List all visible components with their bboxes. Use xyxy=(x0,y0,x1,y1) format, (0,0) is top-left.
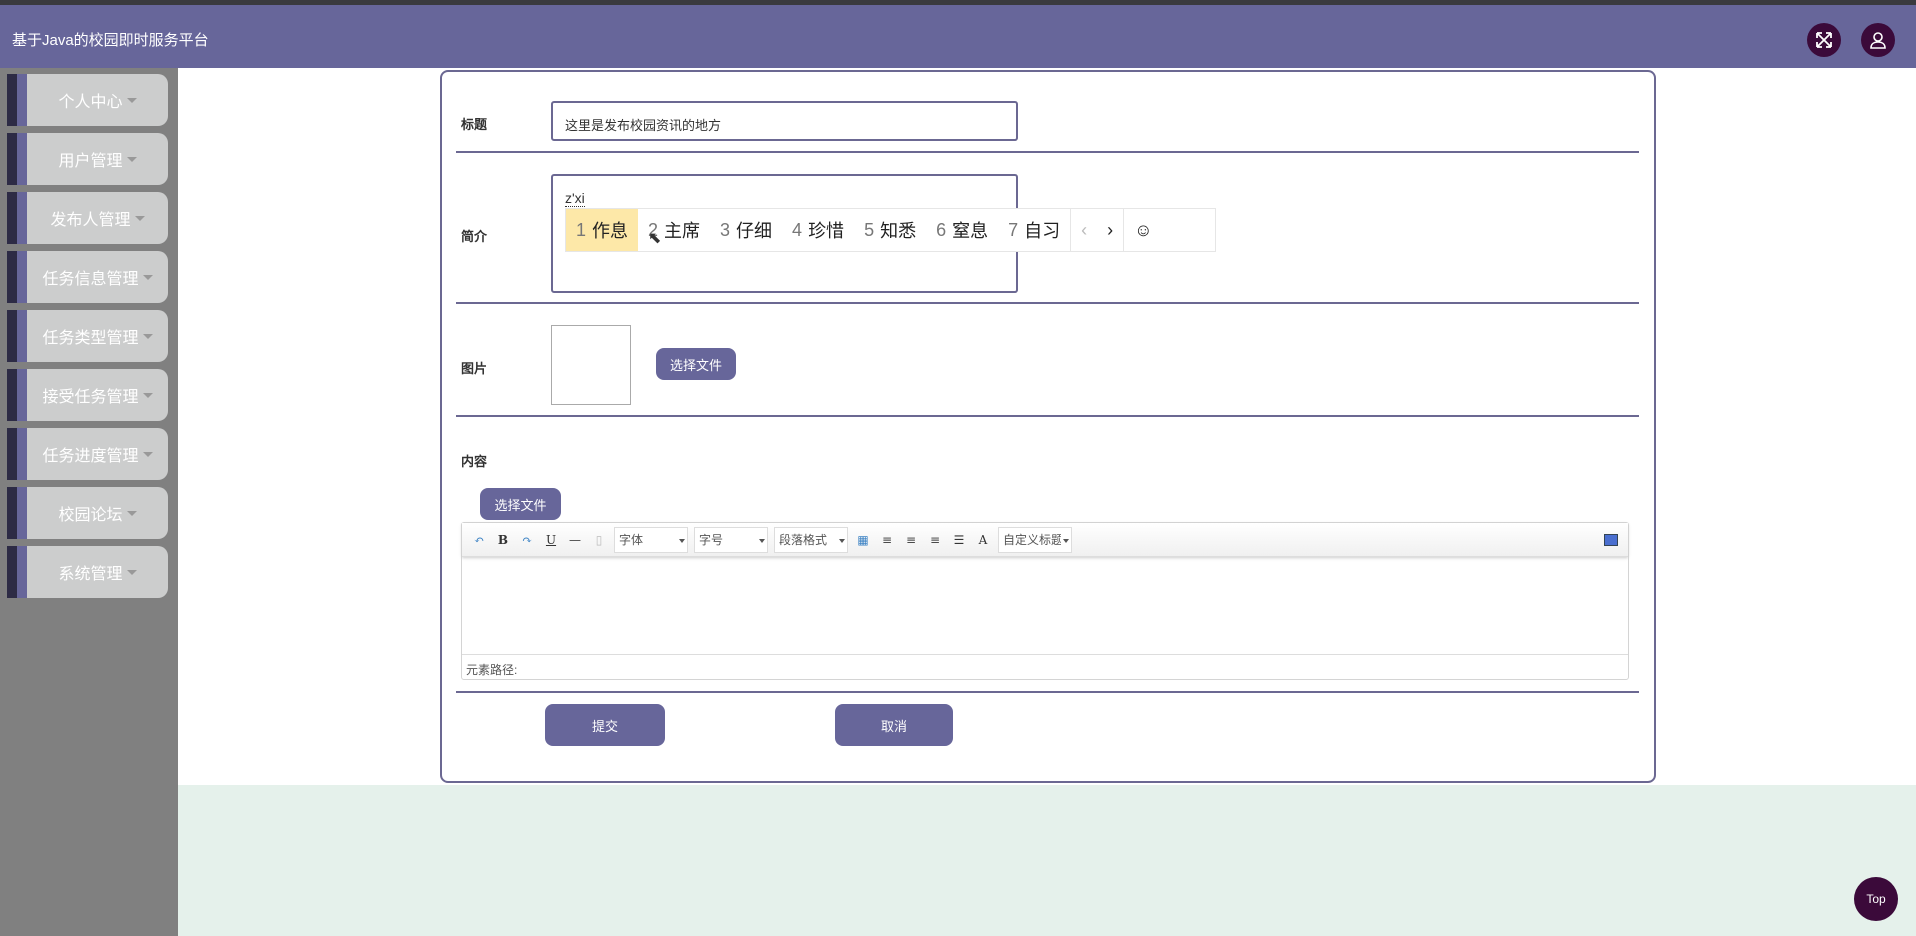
font-size-select[interactable]: 字号 xyxy=(694,526,768,553)
sidebar-item-system-management[interactable]: 系统管理 xyxy=(7,546,168,598)
caret-down-icon xyxy=(134,215,145,221)
fullscreen-preview-icon[interactable] xyxy=(1604,533,1618,546)
cancel-button[interactable]: 取消 xyxy=(835,704,953,746)
sidebar-item-task-progress[interactable]: 任务进度管理 xyxy=(7,428,168,480)
ime-candidate[interactable]: 5 知悉 xyxy=(854,209,926,251)
ime-candidate[interactable]: 1 作息 xyxy=(566,209,639,251)
sidebar-item-label: 系统管理 xyxy=(58,566,123,583)
mouse-cursor-icon: ⬉ xyxy=(648,230,662,247)
sidebar-item-label: 任务进度管理 xyxy=(42,448,139,465)
sidebar-item-personal-center[interactable]: 个人中心 xyxy=(7,74,168,126)
font-size-value: 字号 xyxy=(699,533,724,547)
image-label: 图片 xyxy=(461,361,488,376)
caret-down-icon xyxy=(142,392,153,398)
sidebar-item-task-info[interactable]: 任务信息管理 xyxy=(7,251,168,303)
divider xyxy=(456,151,1639,153)
paragraph-format-select[interactable]: 段落格式 xyxy=(774,526,848,553)
sidebar-item-label: 校园论坛 xyxy=(58,507,123,524)
align-right-icon[interactable]: ≡ xyxy=(902,533,920,547)
ime-candidate-bar: 1 作息 2 主席 3 仔细 4 珍惜 5 知悉 6 窒息 7 自习 ‹ › ☺ xyxy=(565,208,1216,252)
align-left-icon[interactable]: ≡ xyxy=(878,533,896,547)
caret-down-icon xyxy=(142,274,153,280)
sidebar-item-label: 发布人管理 xyxy=(50,212,131,229)
fullscreen-icon xyxy=(1816,32,1832,48)
sidebar-item-campus-forum[interactable]: 校园论坛 xyxy=(7,487,168,539)
align-justify-icon[interactable]: ☰ xyxy=(950,533,968,547)
sidebar-item-accepted-tasks[interactable]: 接受任务管理 xyxy=(7,369,168,421)
undo-icon[interactable]: ↶ xyxy=(470,533,488,547)
paragraph-format-value: 段落格式 xyxy=(779,533,828,547)
image-choose-file-button[interactable]: 选择文件 xyxy=(656,348,736,380)
content-label: 内容 xyxy=(461,454,488,469)
divider xyxy=(456,691,1639,693)
table-icon[interactable]: ▦ xyxy=(854,533,872,547)
caret-down-icon xyxy=(126,156,137,162)
editor-toolbar: ↶ B ↷ U — ▯ 字体 字号 段落格式 ▦ ≡ ≡ ≡ ☰ A 自定义标题 xyxy=(462,523,1628,557)
ime-emoji-icon[interactable]: ☺ xyxy=(1123,209,1162,251)
sidebar-item-publisher-management[interactable]: 发布人管理 xyxy=(7,192,168,244)
sidebar-item-label: 接受任务管理 xyxy=(42,389,139,406)
caret-down-icon xyxy=(142,451,153,457)
sidebar-item-label: 任务信息管理 xyxy=(42,271,139,288)
caret-down-icon xyxy=(126,569,137,575)
editor-body[interactable] xyxy=(462,557,1628,653)
font-family-value: 字体 xyxy=(619,533,644,547)
fullscreen-button[interactable] xyxy=(1807,23,1841,57)
font-color-button[interactable]: A xyxy=(974,533,992,547)
editor-element-path: 元素路径: xyxy=(462,654,1628,679)
title-label: 标题 xyxy=(461,117,488,132)
custom-title-select[interactable]: 自定义标题 xyxy=(998,526,1072,553)
ime-prev-icon[interactable]: ‹ xyxy=(1071,209,1097,251)
sidebar-item-label: 任务类型管理 xyxy=(42,330,139,347)
ime-next-icon[interactable]: › xyxy=(1097,209,1123,251)
caret-down-icon xyxy=(142,333,153,339)
content-choose-file-button[interactable]: 选择文件 xyxy=(480,488,561,520)
intro-label: 简介 xyxy=(461,229,488,244)
caret-down-icon xyxy=(126,510,137,516)
app-title: 基于Java的校园即时服务平台 xyxy=(12,32,209,49)
font-family-select[interactable]: 字体 xyxy=(614,526,688,553)
divider xyxy=(456,415,1639,417)
sidebar-item-task-type[interactable]: 任务类型管理 xyxy=(7,310,168,362)
user-icon xyxy=(1870,32,1886,49)
header: 基于Java的校园即时服务平台 xyxy=(0,5,1916,68)
ime-candidate[interactable]: 7 自习 xyxy=(998,209,1070,251)
underline-button[interactable]: U xyxy=(542,533,560,547)
horizontal-rule-icon[interactable]: — xyxy=(566,533,584,547)
sidebar-item-label: 用户管理 xyxy=(58,153,123,170)
sidebar: 个人中心 用户管理 发布人管理 任务信息管理 任务类型管理 接受任务管理 任务进… xyxy=(0,68,178,936)
redo-icon[interactable]: ↷ xyxy=(518,533,536,547)
image-preview xyxy=(551,325,631,405)
user-button[interactable] xyxy=(1861,23,1895,57)
rich-text-editor: ↶ B ↷ U — ▯ 字体 字号 段落格式 ▦ ≡ ≡ ≡ ☰ A 自定义标题… xyxy=(461,522,1629,680)
title-input[interactable]: 这里是发布校园资讯的地方 xyxy=(551,101,1018,141)
caret-down-icon xyxy=(126,97,137,103)
submit-button[interactable]: 提交 xyxy=(545,704,665,746)
new-document-icon[interactable]: ▯ xyxy=(590,533,608,547)
back-to-top-button[interactable]: Top xyxy=(1854,877,1898,921)
custom-title-value: 自定义标题 xyxy=(1003,533,1061,547)
ime-composition-text: z'xi xyxy=(565,190,585,207)
ime-candidate[interactable]: 4 珍惜 xyxy=(782,209,854,251)
ime-candidate[interactable]: 6 窒息 xyxy=(926,209,998,251)
sidebar-item-label: 个人中心 xyxy=(58,94,123,111)
divider xyxy=(456,302,1639,304)
bold-button[interactable]: B xyxy=(494,533,512,547)
align-center-icon[interactable]: ≡ xyxy=(926,533,944,547)
ime-candidate[interactable]: 3 仔细 xyxy=(710,209,782,251)
sidebar-item-user-management[interactable]: 用户管理 xyxy=(7,133,168,185)
